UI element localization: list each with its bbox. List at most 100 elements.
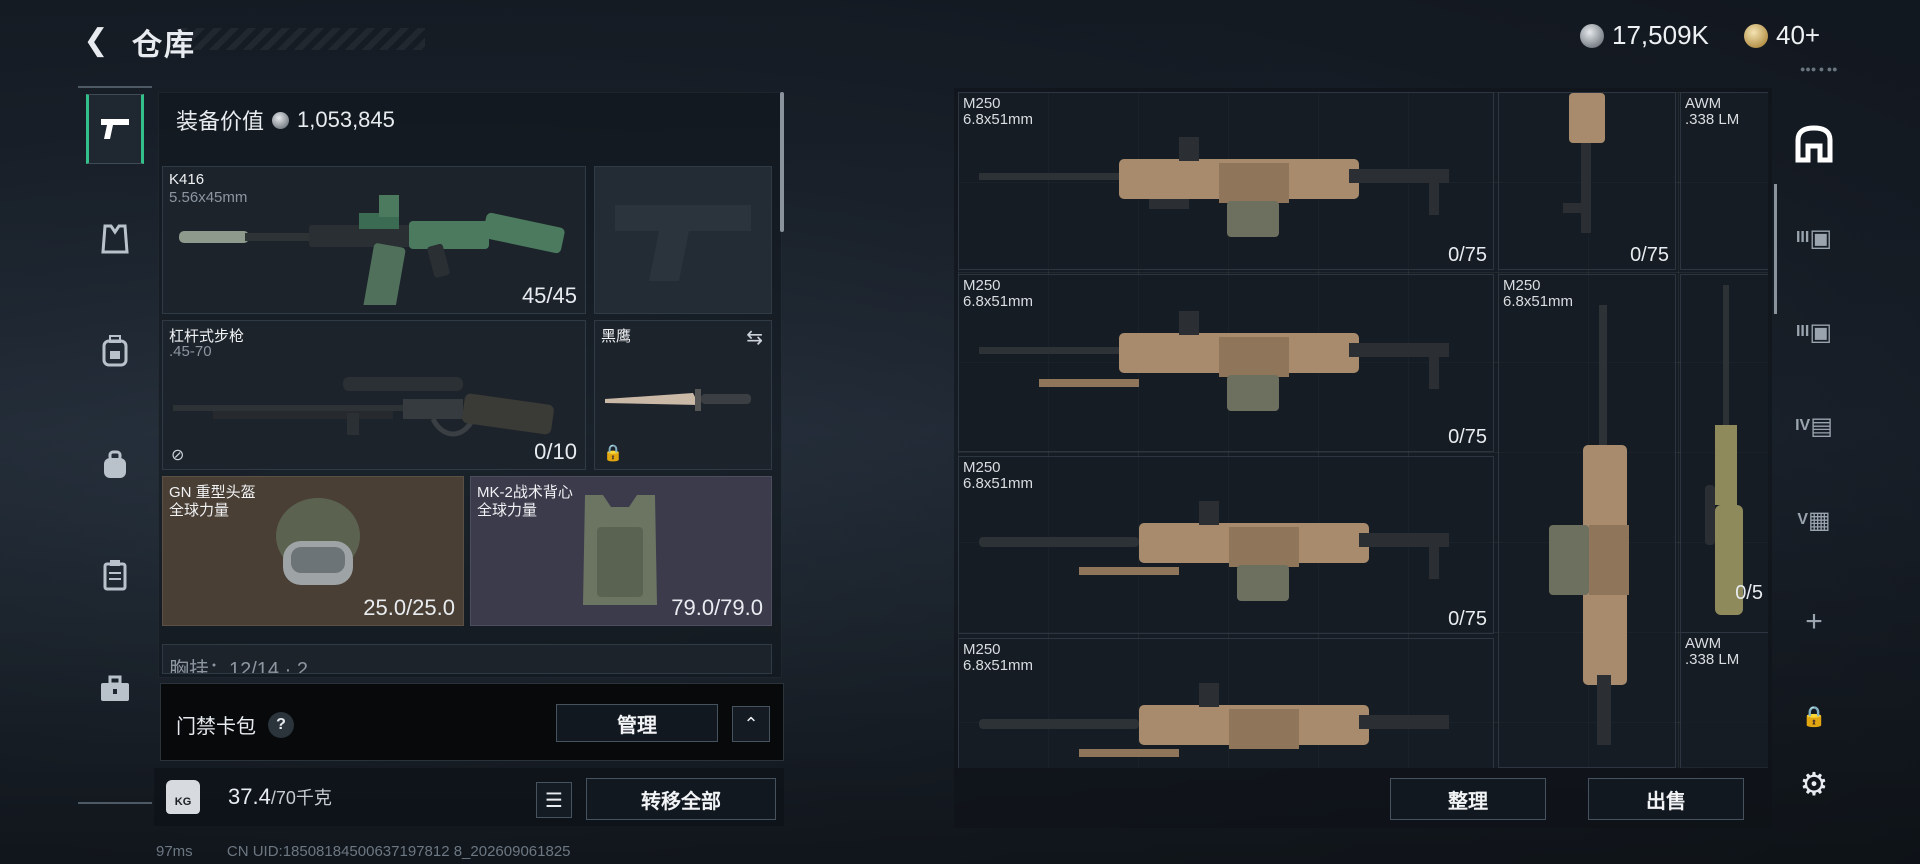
nav-toolbox[interactable] [86,654,144,724]
weapon-ammo-count: 45/45 [521,283,577,308]
lock-icon: 🔒 [1801,705,1827,728]
crate-icon: ▣ [1809,224,1833,252]
tab-tier-3b[interactable]: III ▣ [1786,304,1842,360]
vest-icon [583,495,657,605]
nav-bottom-line [78,802,152,804]
equipment-scrollbar[interactable] [780,92,784,232]
stash-scrollbar[interactable] [1774,184,1777,314]
nav-bag[interactable] [86,430,144,500]
knife-icon [605,389,751,411]
stash-item[interactable]: M250 6.8x51mm 0/75 [958,456,1494,634]
case-icon [103,560,127,591]
crate-icon: ▤ [1810,412,1833,440]
rifle-vertical-icon [1563,93,1605,233]
page-title: 仓库 [132,29,196,62]
add-tab-button[interactable]: + [1786,594,1842,650]
vest-durability: 79.0/79.0 [671,595,763,620]
keycard-title: 门禁卡包 [176,716,256,738]
list-icon: ☰ [545,789,563,812]
tier-3-icon: III [1795,229,1810,246]
awm-sniper-vertical-icon [1705,285,1743,615]
stash-home-icon [1795,125,1833,163]
nav-case[interactable] [86,540,144,610]
item-count: 0/5 [1735,582,1763,604]
help-button[interactable]: ? [268,711,294,738]
back-arrow-icon: ❮ [83,23,109,57]
lever-rifle-slot[interactable]: 杠杆式步枪 .45-70 ⊘ 0/10 [162,320,586,470]
equipment-value-amount: 1,053,845 [297,107,395,132]
helmet-slot[interactable]: GN 重型头盔 全球力量 25.0/25.0 [162,476,464,626]
locked-tab[interactable]: 🔒 [1786,688,1842,744]
tab-tier-4[interactable]: IV ▤ [1786,398,1842,454]
safe-icon: ▦ [1807,506,1831,534]
item-count: 0/75 [1448,244,1487,266]
stash-item[interactable]: M250 6.8x51mm [958,638,1494,768]
stash-item[interactable]: M250 6.8x51mm 0/75 [958,274,1494,452]
uid-text: CN UID:18508184500637197812 8_2026090618… [226,843,571,860]
transfer-all-button[interactable]: 转移全部 [586,778,776,820]
manage-button[interactable]: 管理 [556,704,718,742]
item-ammo: .338 LM [1685,111,1740,128]
melee-slot[interactable]: 黑鹰 ⇆ 🔒 [594,320,772,470]
left-nav [78,86,152,806]
vest-icon [101,224,129,254]
item-count: 0/75 [1448,608,1487,630]
vest-slot[interactable]: MK-2战术背心 全球力量 79.0/79.0 [470,476,772,626]
helmet-icon [276,498,360,585]
nav-weapons[interactable] [86,94,144,164]
primary-weapon-slot[interactable]: K416 5.56x45mm 45/45 [162,166,586,314]
stash-item[interactable]: AWM .338 LM [1680,632,1768,768]
pistol-icon [101,119,129,139]
gear-icon: ⚙ [1799,766,1829,802]
crate-icon: ▣ [1809,318,1833,346]
sell-button[interactable]: 出售 [1588,778,1744,820]
secondary-weapon-slot[interactable] [594,166,772,314]
status-line: 97ms CN UID:18508184500637197812 8_20260… [156,843,571,860]
weapon-ammo-count: 0/10 [534,439,577,464]
ping-value: 97ms [156,843,193,860]
stash-item[interactable]: 0/75 [1498,92,1676,270]
swap-icon[interactable]: ⇆ [746,325,763,350]
nav-backpack[interactable] [86,316,144,386]
keycard-label: 门禁卡包 ? [176,710,294,739]
stash-item[interactable]: M250 6.8x51mm 0/75 [958,92,1494,270]
weight-value: 37.4 [228,784,271,809]
settings-button[interactable]: ⚙ [1786,756,1842,812]
nav-armor[interactable] [86,204,144,274]
bag-icon [104,450,126,478]
silver-amount: 17,509K [1612,20,1709,50]
equipment-value-label: 装备价值 [176,109,265,134]
list-view-button[interactable]: ☰ [536,782,572,818]
plus-icon: + [1805,605,1823,638]
gold-currency[interactable]: 40+ [1744,20,1820,51]
equipment-value: 装备价值 1,053,845 [176,104,395,136]
tier-5-icon: V [1797,511,1808,528]
toolbox-icon [101,675,129,701]
tier-3-icon: III [1795,323,1810,340]
m250-machine-gun-icon [979,501,1449,601]
back-button[interactable]: ❮ [78,22,114,58]
lock-icon: 🔒 [603,445,623,462]
tab-tier-5[interactable]: V ▦ [1786,492,1842,548]
silver-currency: 17,509K [1580,20,1709,51]
vest-faction: 全球力量 [477,502,538,519]
gold-coin-icon [1744,23,1768,48]
gold-amount: 40+ [1776,20,1821,50]
helmet-faction: 全球力量 [169,502,230,519]
stash-item[interactable]: M250 6.8x51mm [1498,274,1676,768]
weight-readout: 37.4/70千克 [228,784,332,810]
chest-rig-slot[interactable]: 胸挂：12/14 · 2 [162,644,772,674]
k416-rifle-icon [179,195,565,305]
tab-all[interactable] [1786,116,1842,172]
stash-item[interactable]: AWM .338 LM [1680,92,1768,270]
expand-button[interactable]: ⌃ [732,706,770,742]
melee-name: 黑鹰 [601,328,632,345]
weight-max: /70千克 [270,788,332,808]
sort-button[interactable]: 整理 [1390,778,1546,820]
backpack-icon [102,335,128,367]
item-ammo: .338 LM [1685,651,1740,668]
item-count: 0/75 [1448,426,1487,448]
m250-vertical-icon [1549,305,1629,745]
tab-tier-3a[interactable]: III ▣ [1786,210,1842,266]
version-text: ●●● ● ●● [1800,64,1838,74]
